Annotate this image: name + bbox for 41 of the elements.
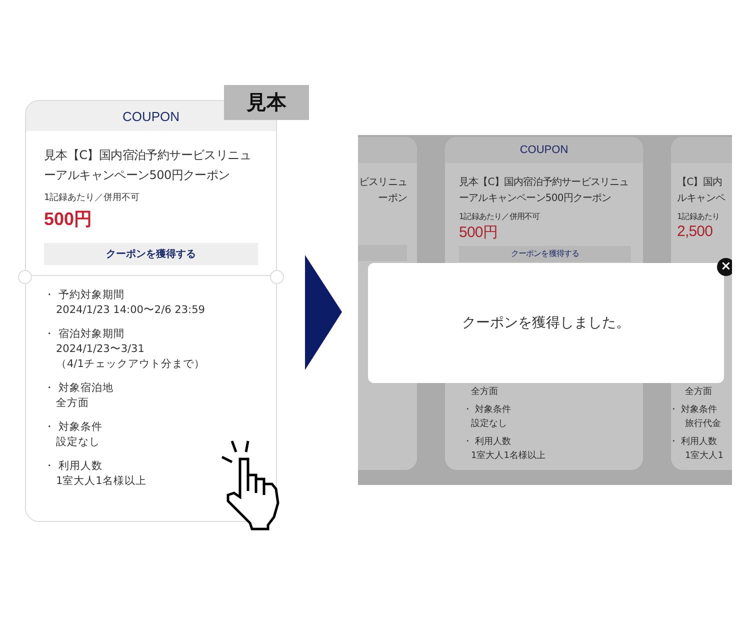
coupon-price: 2,500 <box>677 223 714 240</box>
condition-value: 1室大人1名様以上 <box>55 474 148 489</box>
coupon-header: COUPON <box>445 137 643 163</box>
condition-label: ・ 利用人数 <box>463 436 512 449</box>
get-coupon-button[interactable]: クーポンを獲得する <box>459 246 631 262</box>
condition-value: 2024/1/23 14:00〜2/6 23:59 <box>55 303 206 318</box>
condition-value: 1室大人1 <box>685 450 724 463</box>
condition-label: ・ 対象条件 <box>463 404 512 417</box>
condition-value: 設定なし <box>471 418 508 431</box>
coupon-title: 【C】国内 <box>677 176 723 190</box>
coupon-note: 1記録あたり／併用不可 <box>44 192 141 204</box>
condition-value: 2024/1/23〜3/31 <box>55 342 146 357</box>
condition-value: 全方面 <box>471 386 499 399</box>
sample-label: 見本 <box>224 85 309 120</box>
close-button[interactable]: × <box>717 258 732 276</box>
condition-label: ・ 利用人数 <box>669 436 718 449</box>
condition-label: ・ 対象条件 <box>44 421 102 433</box>
coupon-title: 見本【C】国内宿泊予約サービスリニューアルキャンペーン500円クーポン <box>459 176 630 206</box>
condition-value: 1室大人1名様以上 <box>471 450 546 463</box>
condition-value: 全方面 <box>55 396 90 411</box>
condition-label: ・ 利用人数 <box>44 460 102 472</box>
coupon-title: ルキャンペ <box>677 192 726 206</box>
coupon-button[interactable] <box>358 245 407 261</box>
condition-label: ・ 対象宿泊地 <box>44 382 114 394</box>
get-coupon-button[interactable]: クーポンを獲得する <box>44 243 258 265</box>
condition-label: ・ 対象条件 <box>669 404 718 417</box>
dialog-message: クーポンを獲得しました。 <box>462 314 630 332</box>
coupon-title: ビスリニュ <box>358 176 407 190</box>
condition-value: 設定なし <box>55 435 101 450</box>
coupon-title: ーポン <box>377 192 407 206</box>
coupon-price: 500円 <box>459 223 498 242</box>
condition-label: ・ 宿泊対象期間 <box>44 328 124 340</box>
coupon-note: 1記録あたり／併用不可 <box>459 211 541 222</box>
condition-value: 全方面 <box>685 386 713 399</box>
coupon-title: 見本【C】国内宿泊予約サービスリニューアルキャンペーン500円クーポン <box>44 147 252 184</box>
arrow-icon <box>305 255 342 370</box>
condition-value: （4/1チェックアウト分まで） <box>55 357 206 372</box>
coupon-price: 500円 <box>44 208 94 231</box>
condition-label: ・ 予約対象期間 <box>44 289 124 301</box>
condition-value: 旅行代金 <box>685 418 722 431</box>
coupon-note: 1記録あたり <box>677 211 721 222</box>
